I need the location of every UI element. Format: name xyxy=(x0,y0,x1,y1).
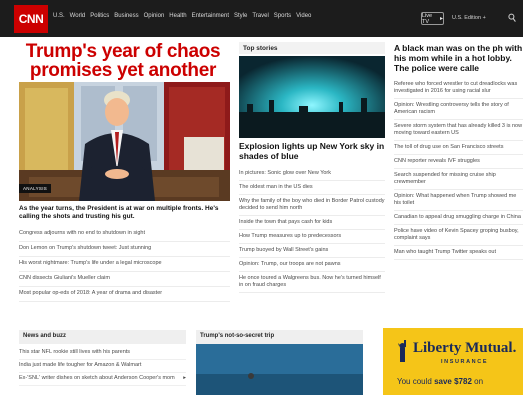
list-item-text: Ex-'SNL' writer dishes on sketch about A… xyxy=(19,375,175,381)
tv-icon: ▸ xyxy=(439,16,443,22)
cnn-logo[interactable]: CNN xyxy=(14,5,48,33)
trip-video-thumbnail[interactable] xyxy=(196,344,363,395)
search-icon[interactable] xyxy=(508,13,516,23)
nav-item-style[interactable]: Style xyxy=(234,13,247,19)
trip-header: Trump's not-so-secret trip xyxy=(196,330,363,344)
analysis-badge: ANALYSIS xyxy=(19,184,52,193)
list-item[interactable]: Opinion: Trump, our troops are not pawns xyxy=(239,258,385,272)
nav-item-entertainment[interactable]: Entertainment xyxy=(192,13,229,19)
nav-item-world[interactable]: World xyxy=(70,13,86,19)
ad-offer-suffix: on xyxy=(471,377,484,386)
top-stories-links: In pictures: Sonic glow over New York Th… xyxy=(239,167,385,293)
right-headline[interactable]: A black man was on the ph with his mom w… xyxy=(394,43,523,73)
ad-offer-amount: save $782 xyxy=(434,377,472,386)
news-buzz-header: News and buzz xyxy=(19,330,186,344)
ad-brand: Liberty Mutual. xyxy=(413,340,517,356)
list-item[interactable]: Canadian to appeal drug smuggling charge… xyxy=(394,211,523,225)
top-stories-header: Top stories xyxy=(239,42,385,54)
nav-item-us[interactable]: U.S. xyxy=(53,13,65,19)
ad-subtitle: INSURANCE xyxy=(441,359,489,365)
trip-photo xyxy=(196,344,363,395)
ad-offer: You could save $782 on xyxy=(397,377,483,386)
nav-item-sports[interactable]: Sports xyxy=(274,13,291,19)
ad-offer-prefix: You could xyxy=(397,377,435,386)
nav-item-politics[interactable]: Politics xyxy=(90,13,109,19)
right-links: Referee who forced wrestler to cut dread… xyxy=(394,78,523,260)
blue-sky-photo xyxy=(239,56,385,138)
list-item-text: India just made life tougher for Amazon … xyxy=(19,362,142,368)
top-stories-photo[interactable] xyxy=(239,56,385,138)
list-item[interactable]: The toll of drug use on San Francisco st… xyxy=(394,141,523,155)
list-item[interactable]: The oldest man in the US dies xyxy=(239,181,385,195)
nav-item-opinion[interactable]: Opinion xyxy=(144,13,165,19)
nav-item-travel[interactable]: Travel xyxy=(252,13,268,19)
list-item[interactable]: He once toured a Walgreens bus. Now he's… xyxy=(239,272,385,293)
statue-of-liberty-icon xyxy=(398,340,406,362)
list-item[interactable]: Ex-'SNL' writer dishes on sketch about A… xyxy=(19,373,186,386)
list-item[interactable]: In pictures: Sonic glow over New York xyxy=(239,167,385,181)
nav-item-business[interactable]: Business xyxy=(114,13,138,19)
edition-selector[interactable]: U.S. Edition + xyxy=(452,15,486,21)
live-tv-label: Live TV xyxy=(422,12,433,25)
list-item[interactable]: Severe storm system that has already kil… xyxy=(394,120,523,141)
list-item[interactable]: His worst nightmare: Trump's life under … xyxy=(19,257,230,272)
advertisement[interactable]: Liberty Mutual. INSURANCE You could save… xyxy=(383,328,523,395)
top-stories-headline[interactable]: Explosion lights up New York sky in shad… xyxy=(239,141,385,161)
list-item[interactable]: Referee who forced wrestler to cut dread… xyxy=(394,78,523,99)
list-item[interactable]: Opinion: What happened when Trump showed… xyxy=(394,190,523,211)
list-item[interactable]: India just made life tougher for Amazon … xyxy=(19,360,186,373)
nav-item-video[interactable]: Video xyxy=(296,13,311,19)
top-nav-bar: CNN U.S. World Politics Business Opinion… xyxy=(0,0,523,37)
list-item[interactable]: This star NFL rookie still lives with hi… xyxy=(19,347,186,360)
list-item[interactable]: Don Lemon on Trump's shutdown tweet: Jus… xyxy=(19,242,230,257)
list-item[interactable]: Man who taught Trump Twitter speaks out xyxy=(394,246,523,260)
lead-photo[interactable]: ANALYSIS xyxy=(19,82,230,201)
list-item[interactable]: Police have video of Kevin Spacey gropin… xyxy=(394,225,523,246)
play-icon: ▸ xyxy=(183,375,186,381)
list-item[interactable]: Congress adjourns with no end to shutdow… xyxy=(19,227,230,242)
lead-headline[interactable]: Trump's year of chaos promises yet anoth… xyxy=(22,42,224,80)
lead-summary[interactable]: As the year turns, the President is at w… xyxy=(19,205,230,221)
nav-item-health[interactable]: Health xyxy=(169,13,186,19)
lead-related-links: Congress adjourns with no end to shutdow… xyxy=(19,227,230,302)
list-item[interactable]: CNN dissects Giuliani's Mueller claim xyxy=(19,272,230,287)
section-nav: U.S. World Politics Business Opinion Hea… xyxy=(53,13,311,19)
list-item[interactable]: Search suspended for missing cruise ship… xyxy=(394,169,523,190)
live-tv-button[interactable]: Live TV ▸ xyxy=(421,12,444,25)
list-item[interactable]: Why the family of the boy who died in Bo… xyxy=(239,195,385,216)
list-item[interactable]: Most popular op-eds of 2018: A year of d… xyxy=(19,287,230,302)
list-item-text: This star NFL rookie still lives with hi… xyxy=(19,349,131,355)
list-item[interactable]: Opinion: Wrestling controversy tells the… xyxy=(394,99,523,120)
list-item[interactable]: Trump buoyed by Wall Street's gains xyxy=(239,244,385,258)
news-buzz-links: This star NFL rookie still lives with hi… xyxy=(19,347,186,386)
list-item[interactable]: Inside the town that pays cash for kids xyxy=(239,216,385,230)
list-item[interactable]: How Trump measures up to predecessors xyxy=(239,230,385,244)
list-item[interactable]: CNN reporter reveals IVF struggles xyxy=(394,155,523,169)
